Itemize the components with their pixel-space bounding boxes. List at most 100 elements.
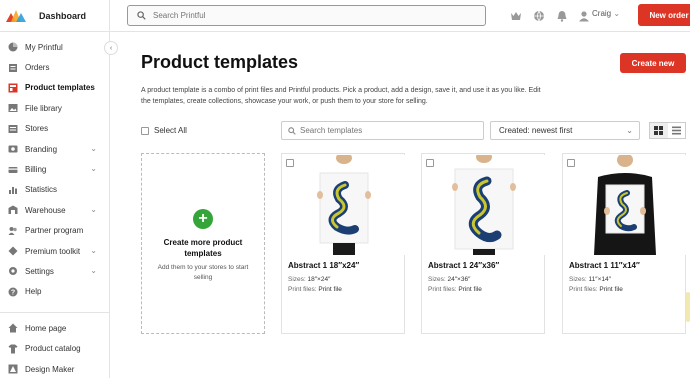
grid-view-button[interactable] <box>650 123 668 138</box>
checkbox[interactable] <box>141 126 149 135</box>
search-input[interactable] <box>153 11 453 20</box>
files-value: Print file <box>318 286 342 293</box>
store-icon <box>7 123 18 134</box>
crown-icon[interactable] <box>510 9 523 22</box>
template-checkbox[interactable] <box>426 159 434 167</box>
billing-icon <box>7 164 18 175</box>
list-view-button[interactable] <box>668 123 686 138</box>
sidebar-item-label: Branding <box>25 144 58 154</box>
user-menu[interactable]: Craig ⌄ <box>592 9 620 18</box>
sidebar-item-premium-toolkit[interactable]: Premium toolkit ⌄ <box>0 241 109 261</box>
select-all-checkbox[interactable]: Select All <box>141 126 187 135</box>
sidebar-item-product-templates[interactable]: Product templates <box>0 78 109 98</box>
sidebar-item-warehouse[interactable]: Warehouse ⌄ <box>0 200 109 220</box>
printful-logo <box>6 9 26 22</box>
branding-icon <box>7 144 18 155</box>
view-toggle <box>649 122 686 139</box>
main-content: Product templates Create new A product t… <box>110 32 690 378</box>
sidebar-item-billing[interactable]: Billing ⌄ <box>0 159 109 179</box>
template-name: Abstract 1 18″x24″ <box>288 261 360 270</box>
sidebar-item-my-printful[interactable]: My Printful <box>0 37 109 57</box>
shirt-icon <box>7 343 18 354</box>
list-view-icon <box>671 122 681 140</box>
bar-chart-icon <box>7 184 18 195</box>
select-all-label: Select All <box>154 126 187 135</box>
sort-select[interactable]: Created: newest first ⌄ <box>490 121 640 140</box>
sidebar-item-label: Stores <box>25 124 49 134</box>
sizes-label: Sizes: <box>288 276 306 283</box>
template-thumbnail <box>423 155 545 255</box>
sizes-value: 11″×14″ <box>588 276 611 283</box>
sizes-label: Sizes: <box>569 276 587 283</box>
sidebar-nav: My Printful Orders Product templates Fil… <box>0 32 109 378</box>
globe-icon[interactable] <box>533 9 546 22</box>
templates-icon <box>7 82 18 93</box>
page-description: A product template is a combo of print f… <box>141 87 541 105</box>
template-files: Print files: Print file <box>569 286 623 293</box>
topbar: Craig ⌄ New order <box>110 0 690 32</box>
sidebar-item-label: Orders <box>25 63 50 73</box>
sidebar-item-help[interactable]: ? Help <box>0 282 109 302</box>
template-sizes: Sizes: 11″×14″ <box>569 276 611 283</box>
brand-bar[interactable]: Dashboard <box>0 0 109 32</box>
chevron-down-icon: ⌄ <box>613 9 621 18</box>
new-order-button[interactable]: New order <box>638 4 690 26</box>
sidebar: Dashboard My Printful Orders Product tem… <box>0 0 110 378</box>
sidebar-item-label: Partner program <box>25 226 84 236</box>
chevron-down-icon: ⌄ <box>90 245 97 255</box>
template-checkbox[interactable] <box>286 159 294 167</box>
scrollbar[interactable] <box>686 292 690 322</box>
collapse-sidebar-button[interactable]: ‹ <box>104 41 118 55</box>
grid-icon <box>654 122 664 140</box>
sidebar-item-product-catalog[interactable]: Product catalog <box>0 338 109 358</box>
search-templates-input[interactable] <box>300 126 480 135</box>
sidebar-item-home-page[interactable]: Home page <box>0 318 109 338</box>
sidebar-item-settings[interactable]: Settings ⌄ <box>0 261 109 281</box>
user-avatar-icon[interactable] <box>578 9 591 22</box>
sidebar-item-label: File library <box>25 103 62 113</box>
template-search[interactable] <box>281 121 484 140</box>
sidebar-item-file-library[interactable]: File library <box>0 98 109 118</box>
sidebar-item-label: My Printful <box>25 42 63 52</box>
help-icon: ? <box>7 286 18 297</box>
sidebar-item-partner-program[interactable]: Partner program <box>0 221 109 241</box>
template-files: Print files: Print file <box>428 286 482 293</box>
image-icon <box>7 103 18 114</box>
user-name: Craig <box>592 9 612 18</box>
list-icon <box>7 62 18 73</box>
pie-chart-icon <box>7 42 18 53</box>
template-name: Abstract 1 11″x14″ <box>569 261 640 270</box>
template-card[interactable]: Abstract 1 18″x24″ Sizes: 18″×24″ Print … <box>281 153 405 334</box>
template-card[interactable]: Abstract 1 24″x36″ Sizes: 24″×36″ Print … <box>421 153 545 334</box>
create-card-subtitle: Add them to your stores to start selling <box>157 264 249 281</box>
files-value: Print file <box>458 286 482 293</box>
files-label: Print files: <box>569 286 598 293</box>
template-files: Print files: Print file <box>288 286 342 293</box>
sidebar-item-label: Help <box>25 287 42 297</box>
sidebar-item-statistics[interactable]: Statistics <box>0 180 109 200</box>
sidebar-item-stores[interactable]: Stores <box>0 119 109 139</box>
sidebar-item-design-maker[interactable]: Design Maker <box>0 359 109 378</box>
plus-icon: + <box>193 209 213 229</box>
chevron-down-icon: ⌄ <box>90 143 97 153</box>
sidebar-item-label: Statistics <box>25 185 58 195</box>
sidebar-item-label: Design Maker <box>25 364 75 374</box>
sidebar-item-orders[interactable]: Orders <box>0 57 109 77</box>
sidebar-item-branding[interactable]: Branding ⌄ <box>0 139 109 159</box>
template-card[interactable]: Abstract 1 11″x14″ Sizes: 11″×14″ Print … <box>562 153 686 334</box>
sidebar-item-label: Home page <box>25 323 67 333</box>
create-template-card[interactable]: + Create more product templates Add them… <box>141 153 265 334</box>
gear-icon <box>7 266 18 277</box>
sidebar-item-label: Product templates <box>25 83 95 93</box>
template-sizes: Sizes: 18″×24″ <box>288 276 330 283</box>
sidebar-item-label: Premium toolkit <box>25 246 81 256</box>
template-checkbox[interactable] <box>567 159 575 167</box>
create-new-button[interactable]: Create new <box>620 53 686 73</box>
bell-icon[interactable] <box>556 9 569 22</box>
sidebar-item-label: Billing <box>25 165 47 175</box>
template-thumbnail <box>283 155 405 255</box>
global-search[interactable] <box>127 5 486 26</box>
files-label: Print files: <box>428 286 457 293</box>
chevron-down-icon: ⌄ <box>90 266 97 276</box>
template-name: Abstract 1 24″x36″ <box>428 261 500 270</box>
